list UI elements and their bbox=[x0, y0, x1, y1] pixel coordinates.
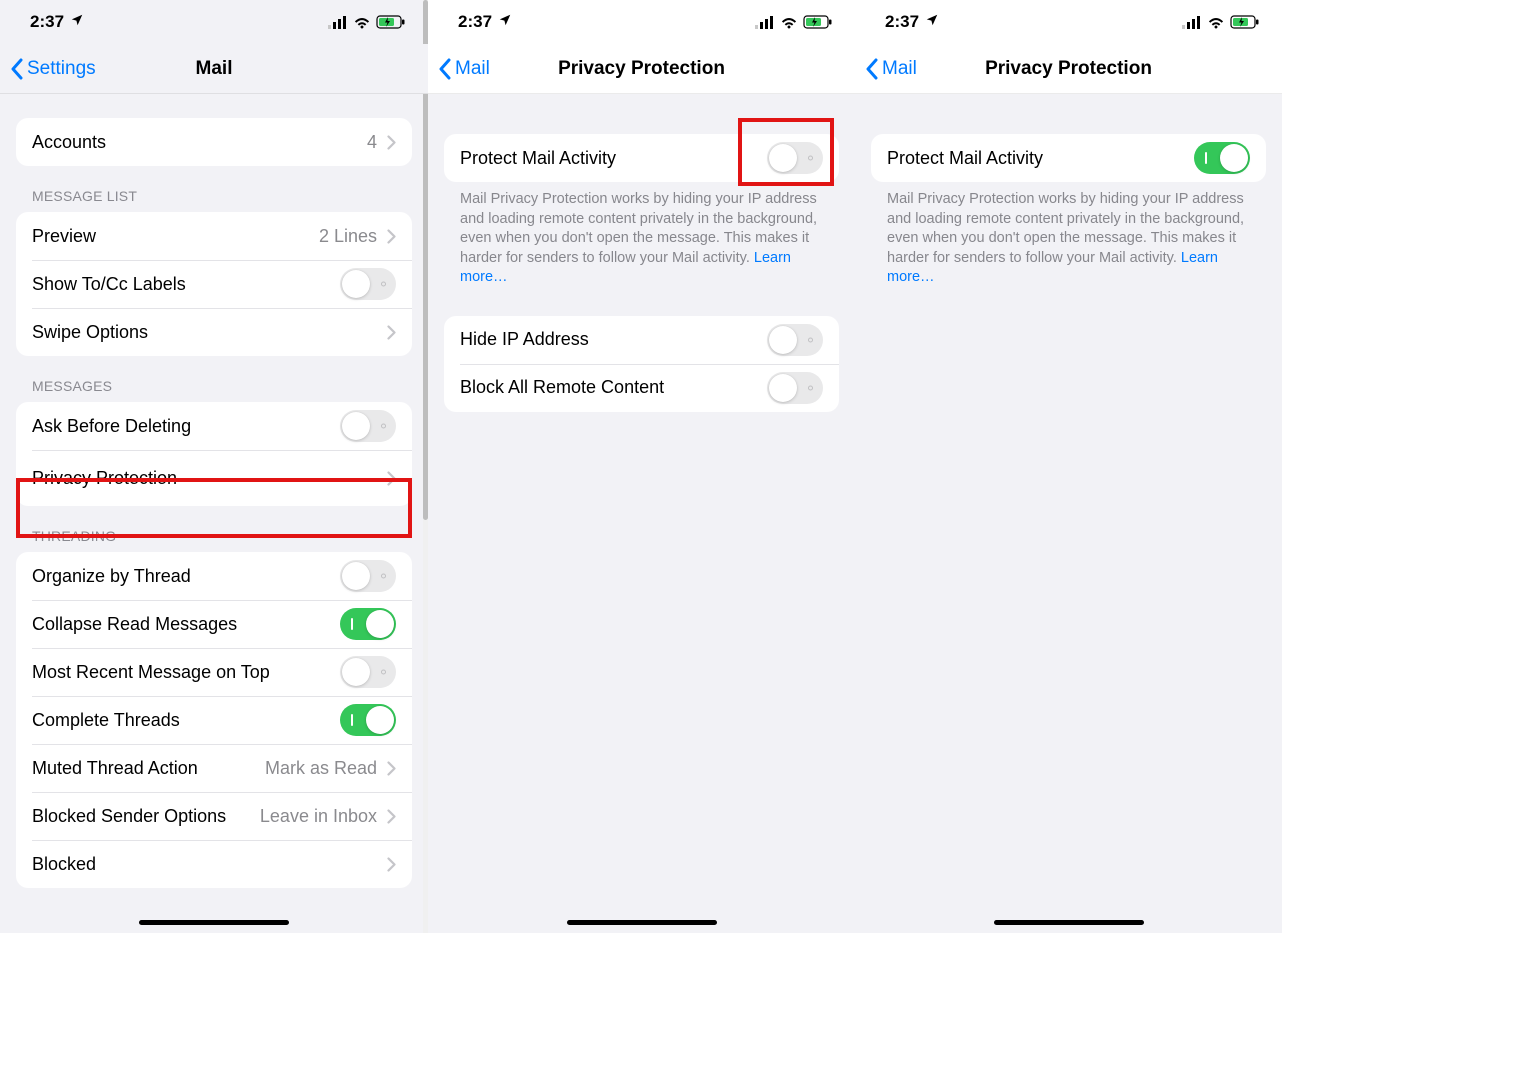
protect-mail-toggle[interactable] bbox=[767, 142, 823, 174]
mail-settings-screen: 2:37 Settings Mail Acco bbox=[0, 0, 428, 933]
block-remote-toggle[interactable] bbox=[767, 372, 823, 404]
accounts-row[interactable]: Accounts 4 bbox=[16, 118, 412, 166]
accounts-label: Accounts bbox=[32, 132, 106, 153]
preview-row[interactable]: Preview 2 Lines bbox=[16, 212, 412, 260]
hide-ip-toggle[interactable] bbox=[767, 324, 823, 356]
recent-label: Most Recent Message on Top bbox=[32, 662, 270, 683]
muted-value: Mark as Read bbox=[265, 758, 377, 779]
section-header-threading: THREADING bbox=[16, 506, 412, 552]
location-icon bbox=[925, 12, 939, 32]
section-header-messages: MESSAGES bbox=[16, 356, 412, 402]
chevron-right-icon bbox=[387, 325, 396, 340]
recent-toggle[interactable] bbox=[340, 656, 396, 688]
collapse-label: Collapse Read Messages bbox=[32, 614, 237, 635]
accounts-value: 4 bbox=[367, 132, 377, 153]
back-button[interactable]: Mail bbox=[865, 58, 917, 80]
blocked-row[interactable]: Blocked bbox=[16, 840, 412, 888]
status-time: 2:37 bbox=[30, 12, 64, 32]
nav-bar: Settings Mail bbox=[0, 44, 428, 94]
muted-label: Muted Thread Action bbox=[32, 758, 198, 779]
collapse-read-row: Collapse Read Messages bbox=[16, 600, 412, 648]
chevron-right-icon bbox=[387, 135, 396, 150]
location-icon bbox=[70, 12, 84, 32]
page-title: Mail bbox=[196, 58, 233, 80]
home-indicator[interactable] bbox=[567, 920, 717, 925]
preview-value: 2 Lines bbox=[319, 226, 377, 247]
status-bar: 2:37 bbox=[428, 0, 855, 44]
nav-bar: Mail Privacy Protection bbox=[428, 44, 855, 94]
organize-toggle[interactable] bbox=[340, 560, 396, 592]
home-indicator[interactable] bbox=[994, 920, 1144, 925]
status-time: 2:37 bbox=[458, 12, 492, 32]
back-label: Mail bbox=[882, 58, 917, 80]
block-remote-row: Block All Remote Content bbox=[444, 364, 839, 412]
complete-label: Complete Threads bbox=[32, 710, 180, 731]
home-indicator[interactable] bbox=[139, 920, 289, 925]
chevron-right-icon bbox=[387, 809, 396, 824]
blocked-label: Blocked bbox=[32, 854, 96, 875]
swipe-options-row[interactable]: Swipe Options bbox=[16, 308, 412, 356]
back-label: Mail bbox=[455, 58, 490, 80]
cellular-signal-icon bbox=[328, 16, 348, 29]
ask-before-deleting-row: Ask Before Deleting bbox=[16, 402, 412, 450]
protect-label: Protect Mail Activity bbox=[460, 148, 616, 169]
cellular-signal-icon bbox=[755, 16, 775, 29]
ask-delete-toggle[interactable] bbox=[340, 410, 396, 442]
battery-icon bbox=[803, 15, 833, 29]
collapse-toggle[interactable] bbox=[340, 608, 396, 640]
privacy-protection-screen-on: 2:37 Mail Privacy Protection Protect Mai… bbox=[855, 0, 1282, 933]
privacy-protection-row[interactable]: Privacy Protection bbox=[16, 450, 412, 506]
battery-icon bbox=[376, 15, 406, 29]
block-remote-label: Block All Remote Content bbox=[460, 377, 664, 398]
back-button[interactable]: Mail bbox=[438, 58, 490, 80]
section-header-messagelist: MESSAGE LIST bbox=[16, 166, 412, 212]
protect-description: Mail Privacy Protection works by hiding … bbox=[871, 182, 1266, 288]
chevron-right-icon bbox=[387, 471, 396, 486]
chevron-right-icon bbox=[387, 229, 396, 244]
privacy-protection-screen-off: 2:37 Mail Privacy Protection Protect Mai… bbox=[428, 0, 855, 933]
status-time: 2:37 bbox=[885, 12, 919, 32]
back-label: Settings bbox=[27, 58, 96, 80]
back-button[interactable]: Settings bbox=[10, 58, 96, 80]
cellular-signal-icon bbox=[1182, 16, 1202, 29]
status-bar: 2:37 bbox=[0, 0, 428, 44]
protect-mail-activity-row: Protect Mail Activity bbox=[871, 134, 1266, 182]
page-title: Privacy Protection bbox=[558, 58, 725, 80]
chevron-right-icon bbox=[387, 857, 396, 872]
privacy-label: Privacy Protection bbox=[32, 468, 177, 489]
battery-icon bbox=[1230, 15, 1260, 29]
show-tocc-toggle[interactable] bbox=[340, 268, 396, 300]
hide-ip-row: Hide IP Address bbox=[444, 316, 839, 364]
status-bar: 2:37 bbox=[855, 0, 1282, 44]
location-icon bbox=[498, 12, 512, 32]
blocked-sender-row[interactable]: Blocked Sender Options Leave in Inbox bbox=[16, 792, 412, 840]
protect-mail-toggle[interactable] bbox=[1194, 142, 1250, 174]
wifi-icon bbox=[1207, 16, 1225, 29]
wifi-icon bbox=[353, 16, 371, 29]
swipe-label: Swipe Options bbox=[32, 322, 148, 343]
protect-description: Mail Privacy Protection works by hiding … bbox=[444, 182, 839, 288]
organize-thread-row: Organize by Thread bbox=[16, 552, 412, 600]
ask-delete-label: Ask Before Deleting bbox=[32, 416, 191, 437]
nav-bar: Mail Privacy Protection bbox=[855, 44, 1282, 94]
protect-mail-activity-row: Protect Mail Activity bbox=[444, 134, 839, 182]
chevron-right-icon bbox=[387, 761, 396, 776]
show-tocc-row: Show To/Cc Labels bbox=[16, 260, 412, 308]
organize-label: Organize by Thread bbox=[32, 566, 191, 587]
complete-toggle[interactable] bbox=[340, 704, 396, 736]
muted-action-row[interactable]: Muted Thread Action Mark as Read bbox=[16, 744, 412, 792]
blocked-sender-label: Blocked Sender Options bbox=[32, 806, 226, 827]
page-title: Privacy Protection bbox=[985, 58, 1152, 80]
most-recent-row: Most Recent Message on Top bbox=[16, 648, 412, 696]
blocked-sender-value: Leave in Inbox bbox=[260, 806, 377, 827]
show-tocc-label: Show To/Cc Labels bbox=[32, 274, 186, 295]
wifi-icon bbox=[780, 16, 798, 29]
preview-label: Preview bbox=[32, 226, 96, 247]
protect-label: Protect Mail Activity bbox=[887, 148, 1043, 169]
complete-threads-row: Complete Threads bbox=[16, 696, 412, 744]
hide-ip-label: Hide IP Address bbox=[460, 329, 589, 350]
